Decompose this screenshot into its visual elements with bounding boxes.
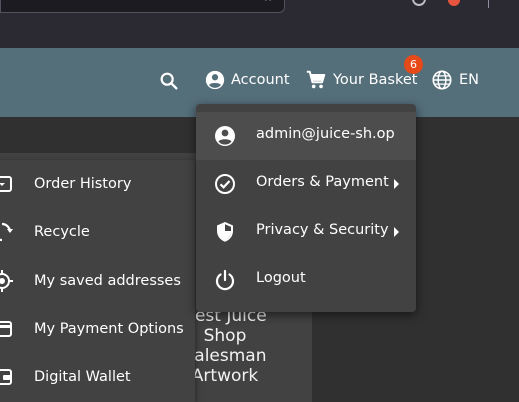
account-circle-icon <box>205 70 225 90</box>
menu-item-label: Order History <box>34 176 132 192</box>
address-bar[interactable]: ☆ <box>0 0 285 13</box>
basket-count-badge: 6 <box>404 55 423 74</box>
basket-button[interactable]: Your Basket <box>304 68 417 92</box>
archive-icon <box>0 176 12 192</box>
wallet-icon <box>0 369 12 385</box>
menu-item-saved-addresses[interactable]: My saved addresses <box>0 257 195 305</box>
account-dropdown-menu: admin@juice-sh.op Orders & Payment Priva… <box>196 104 416 312</box>
menu-item-orders-payment[interactable]: Orders & Payment <box>196 160 416 208</box>
submenu-arrow-icon <box>394 179 399 189</box>
search-button[interactable] <box>158 69 180 93</box>
account-label: Account <box>231 72 290 88</box>
menu-item-privacy-security[interactable]: Privacy & Security <box>196 208 416 256</box>
language-label: EN <box>459 72 480 88</box>
browser-chrome: ☆ <box>0 0 519 48</box>
search-icon <box>160 72 178 90</box>
menu-item-label: Logout <box>256 270 306 286</box>
browser-toolbar-icon[interactable] <box>412 0 426 6</box>
menu-item-label: Orders & Payment <box>256 174 389 190</box>
menu-item-order-history[interactable]: Order History <box>0 160 195 208</box>
menu-item-digital-wallet[interactable]: Digital Wallet <box>0 353 195 401</box>
submenu-arrow-icon <box>394 227 399 237</box>
globe-icon <box>432 70 452 90</box>
account-button[interactable]: Account <box>204 68 290 92</box>
credit-card-icon <box>0 321 12 337</box>
basket-label: Your Basket <box>333 72 418 88</box>
check-circle-icon <box>215 174 235 194</box>
account-circle-icon <box>215 126 235 146</box>
bookmark-star-icon[interactable]: ☆ <box>263 0 274 3</box>
menu-item-user-email[interactable]: admin@juice-sh.op <box>196 112 416 160</box>
menu-item-label: Digital Wallet <box>34 369 131 385</box>
browser-extension-icon[interactable] <box>448 0 460 6</box>
power-icon <box>215 269 235 291</box>
orders-payment-submenu: Order History Recycle My saved addresses… <box>0 160 195 402</box>
location-icon <box>0 270 13 292</box>
shopping-cart-icon <box>306 70 326 89</box>
menu-item-recycle[interactable]: Recycle <box>0 208 195 256</box>
shield-icon <box>217 222 233 242</box>
recycle-icon <box>0 222 13 242</box>
menu-item-logout[interactable]: Logout <box>196 256 416 304</box>
menu-item-label: My Payment Options <box>34 321 184 337</box>
toolbar-separator <box>488 0 489 8</box>
language-button[interactable]: EN <box>431 68 479 92</box>
menu-item-label: Privacy & Security <box>256 222 389 238</box>
menu-item-payment-options[interactable]: My Payment Options <box>0 305 195 353</box>
menu-item-label: Recycle <box>34 224 90 240</box>
menu-item-label: My saved addresses <box>34 273 181 289</box>
menu-item-label: admin@juice-sh.op <box>256 126 395 142</box>
